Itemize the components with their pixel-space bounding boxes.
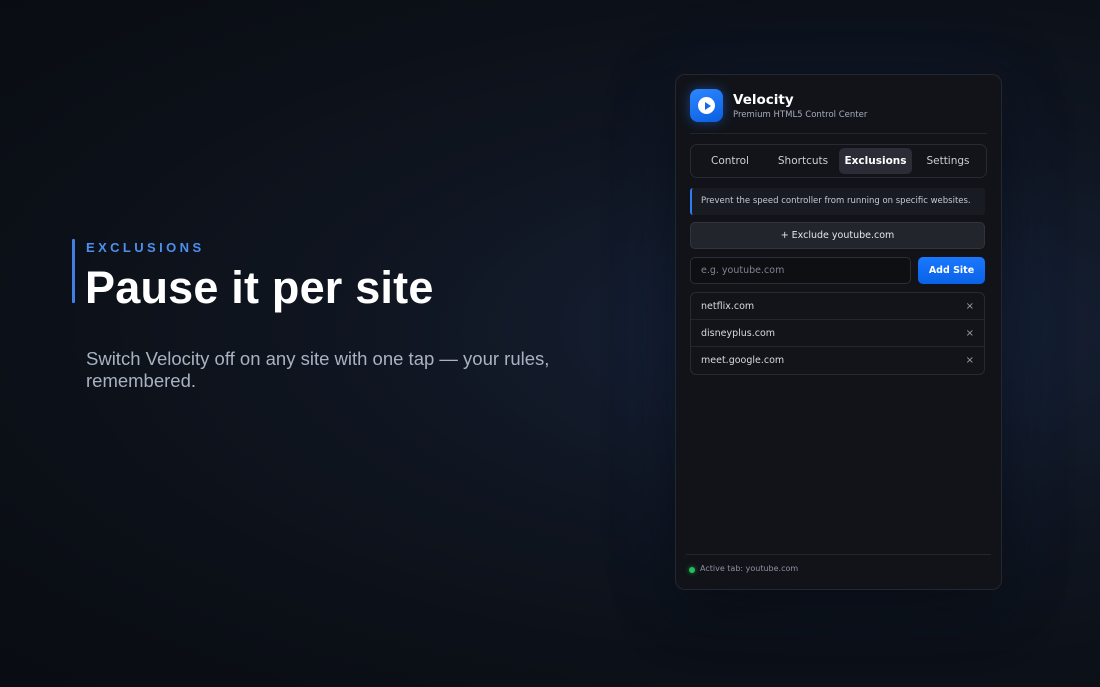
tab-settings[interactable]: Settings: [913, 148, 983, 174]
tab-shortcuts[interactable]: Shortcuts: [767, 148, 839, 174]
status-footer: Active tab: youtube.com: [686, 554, 991, 573]
info-banner: Prevent the speed controller from runnin…: [690, 188, 985, 215]
status-dot-icon: [689, 567, 695, 573]
remove-icon[interactable]: ×: [966, 320, 974, 347]
site-name: meet.google.com: [701, 355, 785, 366]
list-item: netflix.com ×: [691, 293, 984, 320]
site-input[interactable]: [690, 257, 911, 284]
app-header: Velocity Premium HTML5 Control Center: [690, 89, 987, 134]
exclude-current-site-button[interactable]: + Exclude youtube.com: [690, 222, 985, 249]
app-subtitle: Premium HTML5 Control Center: [733, 110, 868, 120]
list-item: disneyplus.com ×: [691, 320, 984, 347]
site-name: netflix.com: [701, 301, 755, 312]
add-site-button[interactable]: Add Site: [918, 257, 985, 284]
eyebrow-label: EXCLUSIONS: [86, 240, 205, 255]
remove-icon[interactable]: ×: [966, 293, 974, 320]
active-tab-status: Active tab: youtube.com: [700, 564, 799, 573]
play-logo-icon: [690, 89, 723, 122]
tab-bar: Control Shortcuts Exclusions Settings: [690, 144, 987, 178]
site-name: disneyplus.com: [701, 328, 776, 339]
extension-popup: Velocity Premium HTML5 Control Center Co…: [675, 74, 1002, 590]
tab-control[interactable]: Control: [694, 148, 766, 174]
excluded-sites-list: netflix.com × disneyplus.com × meet.goog…: [690, 292, 985, 375]
app-title: Velocity: [733, 92, 794, 108]
hero-subtext: Switch Velocity off on any site with one…: [86, 348, 550, 391]
list-item: meet.google.com ×: [691, 347, 984, 374]
headline: Pause it per site: [85, 262, 434, 313]
tab-exclusions[interactable]: Exclusions: [839, 148, 912, 174]
remove-icon[interactable]: ×: [966, 347, 974, 374]
accent-bar: [72, 239, 75, 303]
